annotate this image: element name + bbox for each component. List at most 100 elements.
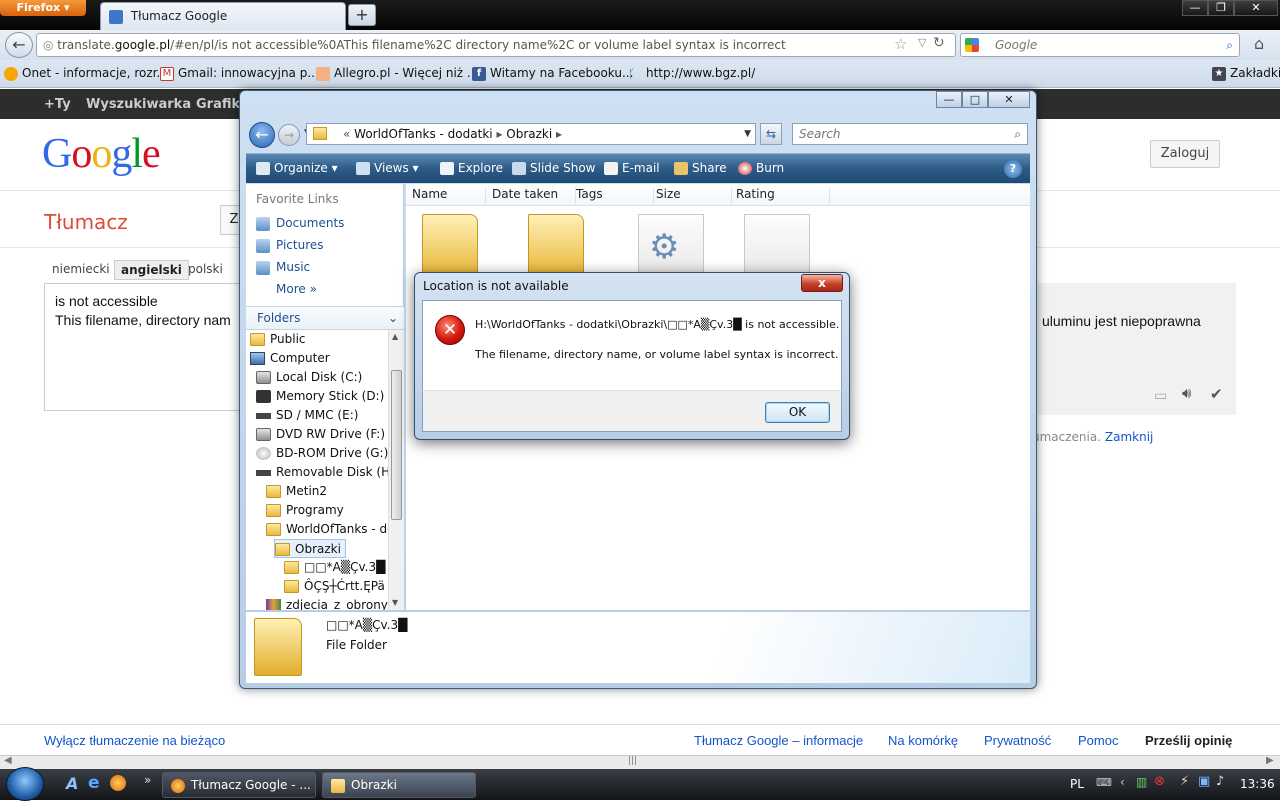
breadcrumb-separator-icon[interactable]: ▸ <box>496 127 506 141</box>
scroll-left-icon[interactable]: ◀ <box>4 755 12 766</box>
bookmarks-menu[interactable]: ★ Zakładki <box>1212 66 1280 81</box>
folder-item[interactable] <box>528 214 584 280</box>
reload-icon[interactable]: ↻ <box>933 35 945 51</box>
about-link[interactable]: Tłumacz Google – informacje <box>694 733 863 748</box>
feedback-link[interactable]: Prześlij opinię <box>1145 733 1232 748</box>
views-button[interactable]: Views ▾ <box>356 161 419 175</box>
tree-public[interactable]: Public <box>250 330 306 349</box>
column-name[interactable]: Name <box>412 187 486 206</box>
organize-button[interactable]: Organize ▾ <box>256 161 338 175</box>
scroll-grip-icon[interactable]: ||| <box>628 756 637 766</box>
help-button[interactable]: ? <box>1004 160 1022 178</box>
tree-zdjecia[interactable]: zdjecia_z_obrony <box>266 596 388 610</box>
breadcrumb-worldoftanks[interactable]: WorldOfTanks - dodatki <box>354 127 492 141</box>
column-tags[interactable]: Tags <box>576 187 654 206</box>
fav-documents[interactable]: Documents <box>256 216 344 231</box>
burn-button[interactable]: Burn <box>738 161 784 175</box>
internet-explorer-icon[interactable]: e <box>88 773 100 793</box>
language-indicator[interactable]: PL <box>1070 777 1084 791</box>
fav-pictures[interactable]: Pictures <box>256 238 324 253</box>
fav-more[interactable]: More » <box>276 282 317 296</box>
column-rating[interactable]: Rating <box>736 187 830 206</box>
source-text-input[interactable]: is not accessible This filename, directo… <box>44 283 244 411</box>
keyboard-icon[interactable]: ⌨ <box>1096 776 1112 789</box>
search-icon[interactable]: ⌕ <box>1014 124 1021 144</box>
explore-button[interactable]: Explore <box>440 161 503 175</box>
slideshow-button[interactable]: Slide Show <box>512 161 595 175</box>
tree-removable-h[interactable]: Removable Disk (H:) <box>256 463 388 482</box>
google-logo[interactable]: Google <box>42 130 161 178</box>
tree-corrupt-folder-1[interactable]: □□*A▒Çv.3█ <box>284 558 385 577</box>
bookmark-onet[interactable]: Onet - informacje, rozr... <box>4 66 168 81</box>
back-button[interactable]: ← <box>5 32 33 58</box>
close-hint-link[interactable]: Zamknij <box>1105 430 1154 444</box>
bookmark-allegro[interactable]: Allegro.pl - Więcej niż ... <box>316 66 478 81</box>
power-icon[interactable]: ⚡ <box>1180 774 1189 789</box>
tree-programy[interactable]: Programy <box>266 501 344 520</box>
firefox-quicklaunch-icon[interactable] <box>110 775 126 791</box>
start-button[interactable] <box>6 767 44 801</box>
folders-header[interactable]: Folders ⌄ <box>246 306 404 330</box>
gbar-plus[interactable]: +Ty <box>44 97 71 112</box>
scroll-up-icon[interactable]: ▲ <box>392 332 398 341</box>
gbar-search[interactable]: Wyszukiwarka <box>86 97 191 112</box>
minimize-button[interactable]: — <box>1182 0 1208 16</box>
scroll-thumb[interactable] <box>391 370 402 520</box>
explorer-minimize-button[interactable]: — <box>936 91 962 108</box>
address-dropdown-icon[interactable]: ▼ <box>744 124 751 144</box>
close-window-button[interactable]: ✕ <box>1234 0 1278 16</box>
sign-in-button[interactable]: Zaloguj <box>1150 140 1220 168</box>
explorer-maximize-button[interactable]: □ <box>962 91 988 108</box>
tab-google-translate[interactable]: Tłumacz Google <box>100 2 346 30</box>
folder-item[interactable] <box>422 214 478 280</box>
privacy-link[interactable]: Prywatność <box>984 733 1051 748</box>
tree-sd-mmc-e[interactable]: SD / MMC (E:) <box>256 406 358 425</box>
quicklaunch-more-icon[interactable]: » <box>144 773 151 787</box>
url-bar[interactable]: ◎ translate.google.pl/#en/pl/is not acce… <box>36 33 956 57</box>
explorer-refresh-button[interactable]: ⇆ <box>760 123 782 145</box>
tree-metin2[interactable]: Metin2 <box>266 482 327 501</box>
tree-bd-rom-g[interactable]: BD-ROM Drive (G:) C <box>256 444 388 463</box>
taskbar-firefox[interactable]: Tłumacz Google - ... <box>162 772 316 798</box>
security-alert-icon[interactable]: ⊗ <box>1154 774 1165 789</box>
explorer-close-button[interactable]: ✕ <box>988 91 1030 108</box>
clock[interactable]: 13:36 <box>1240 777 1275 791</box>
explorer-address-bar[interactable]: « WorldOfTanks - dodatki ▸ Obrazki ▸ ▼ <box>306 123 756 145</box>
tray-expand-icon[interactable]: ‹ <box>1120 775 1125 789</box>
tree-computer[interactable]: Computer <box>250 349 330 368</box>
tree-local-disk-c[interactable]: Local Disk (C:) <box>256 368 362 387</box>
lang-english[interactable]: angielski <box>114 260 189 280</box>
help-link[interactable]: Pomoc <box>1078 733 1118 748</box>
search-engine-input[interactable]: Google ⌕ <box>960 33 1240 57</box>
tree-corrupt-folder-2[interactable]: ÔÇŞ┼Ćrtt.ĘPä <box>284 577 385 596</box>
tree-memory-stick-d[interactable]: Memory Stick (D:) <box>256 387 384 406</box>
check-icon[interactable]: ✔ <box>1210 385 1223 403</box>
column-size[interactable]: Size <box>656 187 732 206</box>
bookmark-gmail[interactable]: M Gmail: innowacyjna p... <box>160 66 319 81</box>
explorer-back-button[interactable]: ← <box>249 122 275 148</box>
tree-worldoftanks[interactable]: WorldOfTanks - dod <box>266 520 388 539</box>
share-button[interactable]: Share <box>674 161 727 175</box>
tree-dvd-f[interactable]: DVD RW Drive (F:) <box>256 425 385 444</box>
restore-button[interactable]: ❐ <box>1208 0 1234 16</box>
email-button[interactable]: E-mail <box>604 161 660 175</box>
quicklaunch-a-icon[interactable]: A <box>66 774 78 793</box>
breadcrumb-overflow-icon[interactable]: « <box>343 127 354 141</box>
breadcrumb-obrazki[interactable]: Obrazki <box>506 127 552 141</box>
dialog-close-button[interactable]: x <box>801 274 843 292</box>
tree-scrollbar[interactable]: ▲ ▼ <box>388 330 404 610</box>
firefox-menu-button[interactable]: Firefox ▾ <box>0 0 86 16</box>
collapse-icon[interactable]: ⌄ <box>388 307 398 329</box>
explorer-search-input[interactable]: Search ⌕ <box>792 123 1028 145</box>
bookmark-bgz[interactable]: ᚴ http://www.bgz.pl/ <box>628 66 755 81</box>
instant-off-link[interactable]: Wyłącz tłumaczenie na bieżąco <box>44 733 225 748</box>
horizontal-scrollbar[interactable]: ◀ ||| ▶ <box>0 755 1280 769</box>
new-tab-button[interactable]: + <box>348 4 376 26</box>
speaker-icon[interactable]: 🔊︎ <box>1182 385 1191 402</box>
lang-german[interactable]: niemiecki <box>46 260 116 278</box>
column-date-taken[interactable]: Date taken <box>492 187 576 206</box>
explorer-forward-button[interactable]: → <box>278 124 300 146</box>
volume-icon[interactable]: ♪ <box>1216 774 1224 789</box>
ok-button[interactable]: OK <box>765 402 830 423</box>
fav-music[interactable]: Music <box>256 260 310 275</box>
